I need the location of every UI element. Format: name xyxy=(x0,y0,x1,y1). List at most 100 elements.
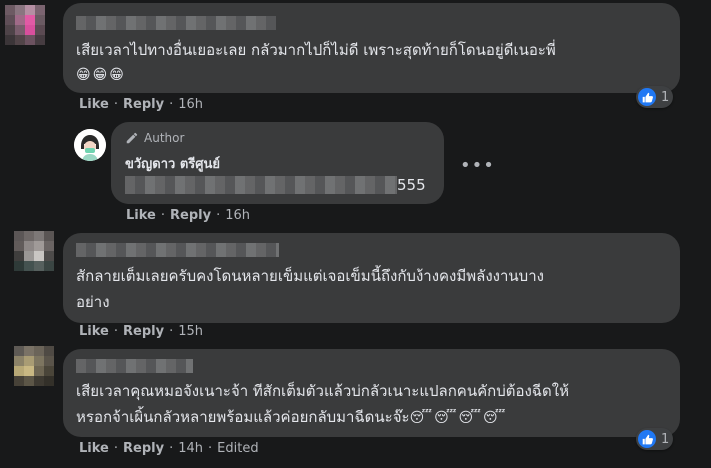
comment-actions: Like · Reply · 14h · Edited xyxy=(79,441,259,456)
comment-bubble: สักลายเต็มเลยครับคงโดนหลายเข็มแต่เจอเข็ม… xyxy=(63,233,680,323)
avatar-pixel xyxy=(15,15,25,25)
avatar-pixel xyxy=(24,261,34,271)
comment-text: เสียเวลาไปทางอื่นเยอะเลย กลัวมากไปก็ไม่ด… xyxy=(76,41,556,59)
avatar-pixel xyxy=(5,25,15,35)
commenter-name-redacted[interactable] xyxy=(76,359,193,373)
separator: · xyxy=(169,324,174,339)
avatar-pixel xyxy=(24,356,34,366)
comment-text-line: เสียเวลาคุณหมอจังเนาะจ้า ทีสักเต็มตัวแล้… xyxy=(76,382,569,400)
avatar-pixel xyxy=(44,261,54,271)
commenter-avatar[interactable] xyxy=(5,5,45,45)
avatar-pixel xyxy=(44,241,54,251)
avatar-pixel xyxy=(35,5,45,15)
separator: · xyxy=(160,208,165,223)
edited-label[interactable]: Edited xyxy=(217,441,258,456)
author-badge: Author xyxy=(125,131,184,145)
commenter-name-redacted[interactable] xyxy=(76,243,279,257)
more-options-icon[interactable]: ••• xyxy=(460,155,495,176)
like-button[interactable]: Like xyxy=(79,324,109,339)
avatar-pixel xyxy=(5,5,15,15)
avatar-pixel xyxy=(44,251,54,261)
avatar-pixel xyxy=(34,261,44,271)
emoji: 😁 xyxy=(92,67,108,83)
avatar-pixel xyxy=(15,35,25,45)
reply-button[interactable]: Reply xyxy=(123,324,164,339)
avatar-pixel xyxy=(24,241,34,251)
timestamp[interactable]: 14h xyxy=(178,441,203,456)
separator: · xyxy=(169,441,174,456)
avatar-pixel xyxy=(25,5,35,15)
separator: · xyxy=(216,208,221,223)
avatar-pixel xyxy=(34,366,44,376)
avatar-pixel xyxy=(25,25,35,35)
separator: · xyxy=(113,441,118,456)
like-reaction-icon xyxy=(638,88,656,106)
like-button[interactable]: Like xyxy=(79,441,109,456)
avatar-pixel xyxy=(24,376,34,386)
separator: · xyxy=(113,97,118,112)
author-badge-label: Author xyxy=(144,131,185,145)
avatar-pixel xyxy=(44,376,54,386)
avatar-pixel xyxy=(25,35,35,45)
avatar-pixel xyxy=(44,231,54,241)
pencil-icon xyxy=(126,132,138,144)
separator: · xyxy=(113,324,118,339)
avatar-pixel xyxy=(14,366,24,376)
comment-bubble: เสียเวลาไปทางอื่นเยอะเลย กลัวมากไปก็ไม่ด… xyxy=(63,3,680,93)
comment-text-line-content: หรอกจ้าเผิ้นกลัวหลายพร้อมแล้วค่อยกลับมาฉ… xyxy=(76,408,410,426)
author-avatar[interactable] xyxy=(74,129,106,161)
avatar-pixel xyxy=(34,376,44,386)
comment-actions: Like · Reply · 15h xyxy=(79,324,203,339)
avatar-pixel xyxy=(14,356,24,366)
comment-bubble: เสียเวลาคุณหมอจังเนาะจ้า ทีสักเต็มตัวแล้… xyxy=(63,349,680,437)
avatar-pixel xyxy=(34,231,44,241)
comment-text-line: สักลายเต็มเลยครับคงโดนหลายเข็มแต่เจอเข็ม… xyxy=(76,267,544,285)
comment-text-line: อย่าง xyxy=(76,293,110,311)
like-button[interactable]: Like xyxy=(79,97,109,112)
reply-button[interactable]: Reply xyxy=(170,208,211,223)
avatar-pixel xyxy=(5,35,15,45)
author-name[interactable]: ขวัญดาว ตรีศูนย์ xyxy=(125,153,220,174)
avatar-pixel xyxy=(14,251,24,261)
avatar-pixel xyxy=(35,35,45,45)
avatar-pixel xyxy=(35,25,45,35)
avatar-pixel xyxy=(34,356,44,366)
commenter-avatar[interactable] xyxy=(14,346,54,386)
avatar-pixel xyxy=(44,366,54,376)
avatar-pixel xyxy=(44,346,54,356)
timestamp[interactable]: 15h xyxy=(178,324,203,339)
like-button[interactable]: Like xyxy=(126,208,156,223)
commenter-avatar[interactable] xyxy=(14,231,54,271)
avatar-pixel xyxy=(5,15,15,25)
reaction-count[interactable]: 1 xyxy=(636,86,674,108)
like-reaction-icon xyxy=(638,430,656,448)
timestamp[interactable]: 16h xyxy=(225,208,250,223)
reply-button[interactable]: Reply xyxy=(123,97,164,112)
avatar-pixel xyxy=(15,5,25,15)
timestamp[interactable]: 16h xyxy=(178,97,203,112)
avatar-pixel xyxy=(14,231,24,241)
avatar-pixel xyxy=(35,15,45,25)
emoji: 😴 xyxy=(483,410,506,426)
comment-text-line: หรอกจ้าเผิ้นกลัวหลายพร้อมแล้วค่อยกลับมาฉ… xyxy=(76,404,507,431)
avatar-pixel xyxy=(24,366,34,376)
comment-emojis: 😁 😁 😁 xyxy=(76,61,126,88)
comment-actions: Like · Reply · 16h xyxy=(79,97,203,112)
emoji: 😁 xyxy=(76,67,91,83)
reply-text-visible: 555 xyxy=(397,176,426,194)
avatar-pixel xyxy=(34,241,44,251)
commenter-name-redacted[interactable] xyxy=(76,16,276,30)
emoji: 😴 xyxy=(409,410,433,426)
author-avatar-illustration xyxy=(74,129,106,161)
avatar-pixel xyxy=(34,251,44,261)
avatar-pixel xyxy=(24,346,34,356)
reaction-number: 1 xyxy=(661,431,670,447)
reaction-count[interactable]: 1 xyxy=(636,428,674,450)
avatar-pixel xyxy=(15,25,25,35)
reaction-number: 1 xyxy=(661,89,670,105)
avatar-pixel xyxy=(25,15,35,25)
author-reply-bubble: Author ขวัญดาว ตรีศูนย์ 555 xyxy=(111,122,444,204)
comment-actions: Like · Reply · 16h xyxy=(126,208,250,223)
reply-button[interactable]: Reply xyxy=(123,441,164,456)
avatar-pixel xyxy=(14,261,24,271)
